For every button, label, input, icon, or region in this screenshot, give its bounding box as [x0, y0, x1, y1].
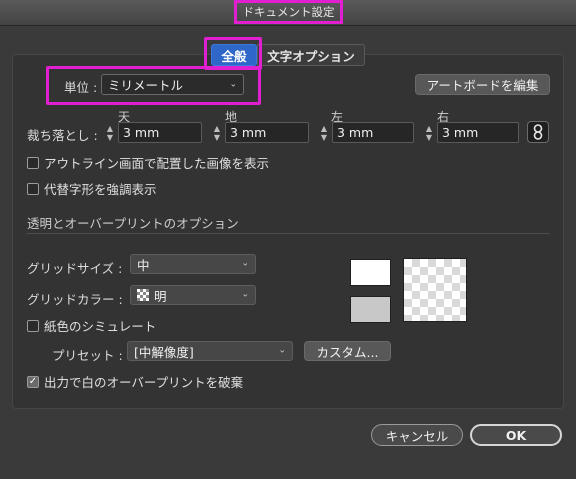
- edit-artboards-button[interactable]: アートボードを編集: [415, 74, 550, 95]
- discard-white-overprint-label: 出力で白のオーバープリントを破棄: [44, 375, 244, 390]
- discard-white-overprint-checkbox[interactable]: ✓: [27, 375, 39, 388]
- bleed-right-input[interactable]: 3 mm: [437, 122, 519, 143]
- grid-color-label: グリッドカラー :: [27, 292, 123, 307]
- outline-images-option[interactable]: アウトライン画面で配置した画像を表示: [27, 153, 269, 172]
- grid-light-swatch[interactable]: [350, 259, 391, 286]
- chevron-down-icon: ⌄: [241, 258, 249, 269]
- chevron-down-icon: ⌄: [278, 345, 286, 356]
- chain-link-icon: [533, 124, 543, 140]
- bleed-left-stepper[interactable]: ▲ ▼: [318, 122, 330, 143]
- cancel-button[interactable]: キャンセル: [371, 424, 463, 446]
- discard-white-overprint-option[interactable]: ✓ 出力で白のオーバープリントを破棄: [27, 372, 243, 391]
- checker-swatch-icon: [137, 289, 149, 301]
- custom-button[interactable]: カスタム...: [304, 341, 391, 361]
- paper-simulation-option[interactable]: 紙色のシミュレート: [27, 316, 156, 335]
- window-title: ドキュメント設定: [234, 0, 343, 24]
- outline-images-label: アウトライン画面で配置した画像を表示: [44, 156, 270, 171]
- substituted-glyphs-label: 代替字形を強調表示: [44, 182, 157, 197]
- bleed-bottom-input[interactable]: 3 mm: [225, 122, 309, 143]
- unit-highlight-box: [46, 66, 261, 105]
- preset-value: [中解像度]: [134, 344, 194, 360]
- section-divider: [26, 233, 550, 234]
- grid-size-select[interactable]: 中 ⌄: [130, 254, 256, 274]
- preset-label: プリセット :: [52, 348, 123, 363]
- grid-color-select[interactable]: 明 ⌄: [130, 285, 256, 305]
- bleed-left-input[interactable]: 3 mm: [332, 122, 414, 143]
- preset-select[interactable]: [中解像度] ⌄: [127, 341, 293, 361]
- link-bleed-button[interactable]: [527, 121, 549, 143]
- bleed-right-stepper[interactable]: ▲ ▼: [423, 122, 435, 143]
- bleed-label: 裁ち落とし :: [27, 128, 98, 143]
- grid-dark-swatch[interactable]: [350, 296, 391, 323]
- paper-simulation-checkbox[interactable]: [27, 319, 39, 332]
- grid-size-label: グリッドサイズ :: [27, 261, 123, 276]
- substituted-glyphs-option[interactable]: 代替字形を強調表示: [27, 179, 157, 198]
- outline-images-checkbox[interactable]: [27, 156, 39, 169]
- chevron-down-icon: ⌄: [241, 289, 249, 300]
- paper-simulation-label: 紙色のシミュレート: [44, 319, 157, 334]
- grid-size-value: 中: [137, 257, 150, 273]
- tab-text-options[interactable]: 文字オプション: [257, 44, 365, 66]
- grid-color-value: 明: [154, 288, 167, 304]
- ok-button[interactable]: OK: [470, 424, 562, 446]
- transparency-grid-preview: [403, 258, 467, 322]
- transparency-section-title: 透明とオーバープリントのオプション: [27, 216, 239, 231]
- bleed-top-stepper[interactable]: ▲ ▼: [104, 122, 116, 143]
- bleed-bottom-stepper[interactable]: ▲ ▼: [211, 122, 223, 143]
- bleed-top-input[interactable]: 3 mm: [118, 122, 202, 143]
- substituted-glyphs-checkbox[interactable]: [27, 182, 39, 195]
